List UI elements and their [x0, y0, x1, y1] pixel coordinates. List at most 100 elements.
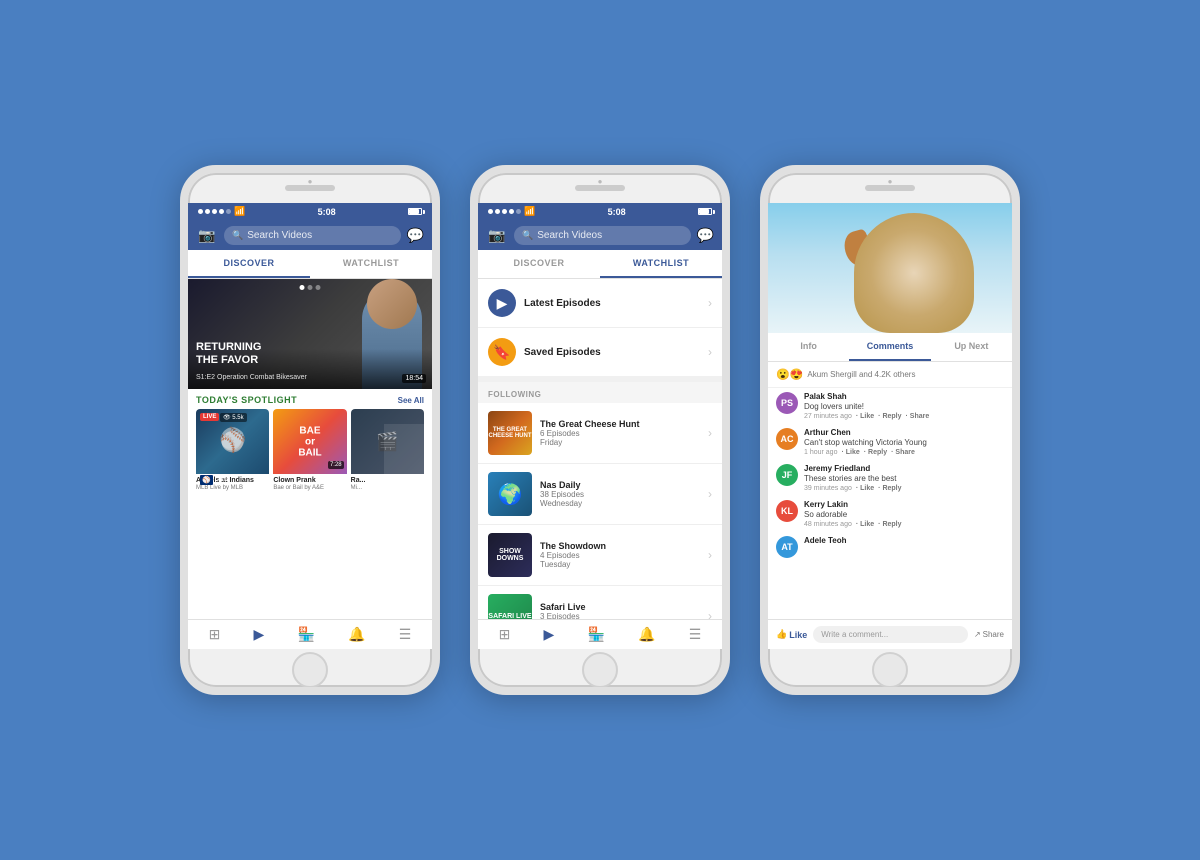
tab-watchlist-1[interactable]: WATCHLIST [310, 250, 432, 278]
messenger-icon-1[interactable]: 💬 [407, 227, 424, 244]
search-bar-2[interactable]: 🔍 Search Videos [514, 226, 691, 245]
featured-subtitle: S1:E2 Operation Combat Bikesaver [196, 374, 307, 381]
saved-episodes-item[interactable]: 🔖 Saved Episodes › [478, 328, 722, 382]
show-chevron-cheese: › [708, 426, 712, 440]
bnav-menu-1[interactable]: ☰ [399, 626, 412, 643]
bottom-nav-1: ⊞ ▶ 🏪 🔔 ☰ [188, 619, 432, 649]
search-bar-1[interactable]: 🔍 Search Videos [224, 226, 401, 245]
comment-name-2: Arthur Chen [804, 428, 1004, 437]
tab-discover-2[interactable]: DISCOVER [478, 250, 600, 278]
video-thumbnails: ⚾ LIVE 👁 5.5k ⚾ LIVE Angels at Indians M… [188, 409, 432, 491]
comment-input[interactable]: Write a comment... [813, 626, 968, 643]
comment-reply-3[interactable]: · Reply [878, 485, 901, 492]
tab-discover-1[interactable]: DISCOVER [188, 250, 310, 278]
signal-dots [198, 209, 231, 214]
messenger-icon-2[interactable]: 💬 [697, 227, 714, 244]
status-right-1 [408, 208, 422, 215]
latest-episodes-item[interactable]: ▶ Latest Episodes › [478, 279, 722, 328]
comment-like-3[interactable]: · Like [856, 485, 874, 492]
comment-time-3: 39 minutes ago [804, 485, 852, 492]
bnav-notifications-1[interactable]: 🔔 [348, 626, 365, 643]
share-label: Share [983, 630, 1004, 639]
comment-time-1: 27 minutes ago [804, 413, 852, 420]
comment-body-3: Jeremy Friedland These stories are the b… [804, 464, 1004, 492]
home-button-3[interactable] [872, 652, 908, 688]
share-icon: ↗ [974, 630, 981, 639]
video-thumb-2[interactable]: BAEorBAIL 7:28 Clown Prank Bae or Bail b… [273, 409, 346, 491]
mlb-logo: ⚾ [200, 475, 213, 485]
video-thumb-3[interactable]: 🎬 Ra... Mi... [351, 409, 424, 491]
bnav-menu-2[interactable]: ☰ [689, 626, 702, 643]
show-chevron-showdown: › [708, 548, 712, 562]
reaction-count: Akum Shergill and 4.2K others [807, 370, 915, 379]
home-button-1[interactable] [292, 652, 328, 688]
thumb-duration-2: 7:28 [328, 461, 344, 469]
show-name-showdown: The Showdown [540, 541, 700, 551]
live-badge-1: LIVE [200, 413, 219, 421]
phone3-screen: Info Comments Up Next 😮😍 Akum Shergill a… [768, 203, 1012, 649]
comment-body-1: Palak Shah Dog lovers unite! 27 minutes … [804, 392, 1004, 420]
bnav-notifications-2[interactable]: 🔔 [638, 626, 655, 643]
featured-video[interactable]: RETURNINGTHE FAVOR S1:E2 Operation Comba… [188, 279, 432, 389]
comment-share-1[interactable]: · Share [906, 413, 930, 420]
avatar-2: AC [776, 428, 798, 450]
bnav-watch-1[interactable]: ▶ [254, 626, 265, 643]
show-item-showdown[interactable]: SHOW DOWNS The Showdown 4 Episodes Tuesd… [478, 525, 722, 586]
thumb-source-1: MLB Live by MLB [196, 485, 269, 491]
tab-watchlist-2[interactable]: WATCHLIST [600, 250, 722, 278]
show-name-safari: Safari Live [540, 602, 700, 612]
video-thumb-1[interactable]: ⚾ LIVE 👁 5.5k ⚾ LIVE Angels at Indians M… [196, 409, 269, 491]
show-item-cheese[interactable]: THE GREAT CHEESE HUNT The Great Cheese H… [478, 403, 722, 464]
tabs-1: DISCOVER WATCHLIST [188, 250, 432, 279]
share-button[interactable]: ↗ Share [974, 630, 1004, 639]
home-button-2[interactable] [582, 652, 618, 688]
signal-dot-2-4 [509, 209, 514, 214]
show-episodes-cheese: 6 Episodes [540, 429, 700, 438]
comment-time-4: 48 minutes ago [804, 521, 852, 528]
signal-dot-2-1 [488, 209, 493, 214]
tab-comments[interactable]: Comments [849, 333, 930, 361]
show-chevron-nas: › [708, 487, 712, 501]
bnav-marketplace-1[interactable]: 🏪 [298, 626, 315, 643]
thumb-source-2: Bae or Bail by A&E [273, 485, 346, 491]
comment-item-3: JF Jeremy Friedland These stories are th… [776, 464, 1004, 492]
bnav-watch-2[interactable]: ▶ [544, 626, 555, 643]
thumb-title-3: Ra... [351, 477, 424, 485]
comment-item-2: AC Arthur Chen Can't stop watching Victo… [776, 428, 1004, 456]
show-day-showdown: Tuesday [540, 560, 700, 569]
like-button[interactable]: 👍 Like [776, 629, 807, 640]
latest-chevron: › [708, 296, 712, 310]
comment-share-2[interactable]: · Share [891, 449, 915, 456]
comment-text-3: These stories are the best [804, 474, 1004, 483]
show-item-safari[interactable]: SAFARI LIVE Safari Live 3 Episodes Monda… [478, 586, 722, 619]
mlb-badge: ⚾ LIVE [200, 475, 228, 485]
saved-label: Saved Episodes [524, 347, 700, 358]
comment-reply-4[interactable]: · Reply [878, 521, 901, 528]
comment-text-4: So adorable [804, 510, 1004, 519]
comment-reply-2[interactable]: · Reply [864, 449, 887, 456]
show-info-showdown: The Showdown 4 Episodes Tuesday [540, 541, 700, 569]
show-thumb-nas: 🌍 [488, 472, 532, 516]
comments-list: PS Palak Shah Dog lovers unite! 27 minut… [768, 388, 1012, 619]
show-day-cheese: Friday [540, 438, 700, 447]
comment-like-2[interactable]: · Like [841, 449, 859, 456]
camera-icon-1[interactable]: 📷 [196, 224, 218, 246]
camera-icon-2[interactable]: 📷 [486, 224, 508, 246]
avatar-1: PS [776, 392, 798, 414]
comment-body-2: Arthur Chen Can't stop watching Victoria… [804, 428, 1004, 456]
bnav-home-1[interactable]: ⊞ [209, 626, 221, 643]
comment-like-1[interactable]: · Like [856, 413, 874, 420]
see-all-link[interactable]: See All [398, 396, 424, 405]
signal-dot-1 [198, 209, 203, 214]
show-episodes-safari: 3 Episodes [540, 612, 700, 619]
tab-up-next[interactable]: Up Next [931, 333, 1012, 361]
featured-title: RETURNINGTHE FAVOR [196, 341, 261, 367]
bnav-marketplace-2[interactable]: 🏪 [588, 626, 605, 643]
saved-icon: 🔖 [488, 338, 516, 366]
tab-info[interactable]: Info [768, 333, 849, 361]
show-episodes-nas: 38 Episodes [540, 490, 700, 499]
comment-like-4[interactable]: · Like [856, 521, 874, 528]
bnav-home-2[interactable]: ⊞ [499, 626, 511, 643]
show-item-nas[interactable]: 🌍 Nas Daily 38 Episodes Wednesday › [478, 464, 722, 525]
comment-reply-1[interactable]: · Reply [878, 413, 901, 420]
